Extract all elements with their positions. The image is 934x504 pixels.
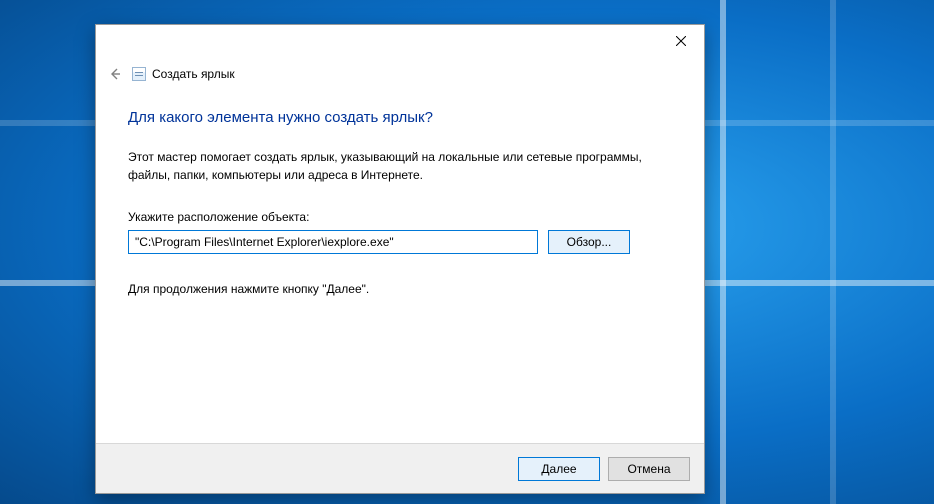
wizard-header-row: Создать ярлык bbox=[96, 57, 704, 87]
dialog-footer: Далее Отмена bbox=[96, 443, 704, 493]
back-arrow-icon bbox=[108, 67, 122, 81]
cancel-button[interactable]: Отмена bbox=[608, 457, 690, 481]
browse-button[interactable]: Обзор... bbox=[548, 230, 630, 254]
shortcut-icon bbox=[132, 67, 146, 81]
close-button[interactable] bbox=[658, 25, 704, 57]
wizard-body: Для какого элемента нужно создать ярлык?… bbox=[96, 87, 704, 443]
wizard-heading: Для какого элемента нужно создать ярлык? bbox=[128, 109, 672, 126]
wizard-explain-text: Этот мастер помогает создать ярлык, указ… bbox=[128, 148, 672, 184]
location-label: Укажите расположение объекта: bbox=[128, 210, 672, 224]
back-button[interactable] bbox=[104, 63, 126, 85]
continue-hint: Для продолжения нажмите кнопку "Далее". bbox=[128, 282, 672, 296]
next-button[interactable]: Далее bbox=[518, 457, 600, 481]
desktop-wallpaper: Создать ярлык Для какого элемента нужно … bbox=[0, 0, 934, 504]
close-icon bbox=[676, 36, 686, 46]
location-field-row: Обзор... bbox=[128, 230, 672, 254]
location-input[interactable] bbox=[128, 230, 538, 254]
create-shortcut-dialog: Создать ярлык Для какого элемента нужно … bbox=[95, 24, 705, 494]
wizard-small-title: Создать ярлык bbox=[152, 67, 235, 81]
titlebar bbox=[96, 25, 704, 57]
